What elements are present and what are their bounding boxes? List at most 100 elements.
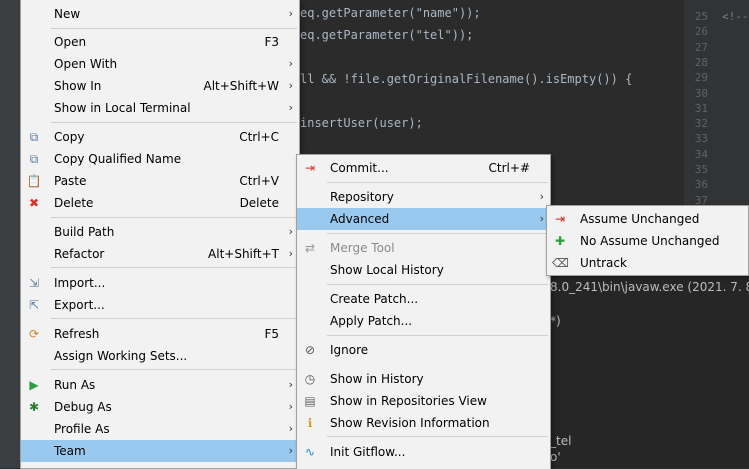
- shortcut-label: F5: [264, 327, 279, 341]
- context-menu-item-refactor[interactable]: Refactor Alt+Shift+T ›: [21, 243, 299, 265]
- commit-icon: ⇥: [304, 161, 316, 175]
- export-icon: ⇱: [28, 298, 40, 312]
- context-menu-item-paste[interactable]: 📋 Paste Ctrl+V: [21, 170, 299, 192]
- merge-tool-icon: ⇄: [304, 241, 316, 255]
- debug-icon: ✱: [28, 400, 40, 414]
- team-menu-item-show-local-history[interactable]: Show Local History: [297, 259, 550, 281]
- shortcut-label: F3: [264, 35, 279, 49]
- paste-icon: 📋: [26, 174, 42, 188]
- menu-item-label: Advanced: [330, 212, 390, 226]
- menu-item-label: Show Revision Information: [330, 416, 490, 430]
- menu-item-label: Show Local History: [330, 263, 444, 277]
- advanced-menu-item-no-assume-unchanged[interactable]: ✚ No Assume Unchanged: [547, 230, 748, 252]
- team-menu-item-show-revision-information[interactable]: ℹ Show Revision Information: [297, 412, 550, 434]
- menu-item-label: No Assume Unchanged: [580, 234, 720, 248]
- shortcut-label: Alt+Shift+W: [203, 79, 280, 93]
- git-repo-icon: ▤: [304, 394, 316, 408]
- menu-item-label: Refresh: [54, 327, 100, 341]
- context-menu-item-refresh[interactable]: ⟳ Refresh F5: [21, 323, 299, 345]
- chevron-right-icon: ›: [288, 247, 293, 260]
- team-menu-item-create-patch[interactable]: Create Patch...: [297, 288, 550, 310]
- team-menu-item-init-gitflow[interactable]: ∿ Init Gitflow...: [297, 441, 550, 463]
- chevron-right-icon: ›: [288, 225, 293, 238]
- menu-item-label: Profile As: [54, 422, 110, 436]
- team-menu-item-ignore[interactable]: ⊘ Ignore: [297, 339, 550, 361]
- menu-item-label: Open: [54, 35, 87, 49]
- run-icon: ▶: [29, 378, 39, 392]
- menu-item-label: Ignore: [330, 343, 369, 357]
- menu-item-label: Show In: [54, 79, 102, 93]
- context-menu-item-copy[interactable]: ⧉ Copy Ctrl+C: [21, 126, 299, 148]
- context-menu-item-debug-as[interactable]: ✱ Debug As ›: [21, 396, 299, 418]
- console-line: o': [550, 450, 561, 464]
- assume-unchanged-icon: ⇥: [554, 212, 566, 226]
- menu-separator: [51, 28, 297, 29]
- context-menu-item-show-in-local-terminal[interactable]: Show in Local Terminal ›: [21, 97, 299, 119]
- menu-separator: [51, 217, 297, 218]
- context-menu-item-new[interactable]: New ›: [21, 3, 299, 25]
- team-menu-item-commit[interactable]: ⇥ Commit... Ctrl+#: [297, 157, 550, 179]
- context-menu-item-import[interactable]: ⇲ Import...: [21, 272, 299, 294]
- context-menu-item-team[interactable]: Team ›: [21, 440, 299, 462]
- menu-item-label: Build Path: [54, 225, 115, 239]
- context-menu-item-run-as[interactable]: ▶ Run As ›: [21, 374, 299, 396]
- menu-item-label: Debug As: [54, 400, 112, 414]
- context-menu-item-show-in[interactable]: Show In Alt+Shift+W ›: [21, 75, 299, 97]
- context-menu-item-copy-qualified-name[interactable]: ⧉ Copy Qualified Name: [21, 148, 299, 170]
- context-menu-item-export[interactable]: ⇱ Export...: [21, 294, 299, 316]
- menu-item-label: Show in History: [330, 372, 424, 386]
- menu-item-label: Delete: [54, 196, 94, 210]
- menu-separator: [327, 182, 548, 183]
- chevron-right-icon: ›: [288, 57, 293, 70]
- menu-item-label: Export...: [54, 298, 105, 312]
- code-line: eq.getParameter("name"));: [300, 6, 481, 20]
- menu-item-label: Create Patch...: [330, 292, 419, 306]
- shortcut-label: Ctrl+V: [239, 174, 279, 188]
- menu-item-label: Assign Working Sets...: [54, 349, 188, 363]
- advanced-menu-item-assume-unchanged[interactable]: ⇥ Assume Unchanged: [547, 208, 748, 230]
- shortcut-label: Alt+Shift+T: [208, 247, 279, 261]
- chevron-right-icon: ›: [288, 101, 293, 114]
- team-menu-item-show-in-repositories-view[interactable]: ▤ Show in Repositories View: [297, 390, 550, 412]
- team-menu-item-show-in-history[interactable]: ◷ Show in History: [297, 368, 550, 390]
- side-comment: <!--: [722, 10, 749, 23]
- menu-item-label: Run As: [54, 378, 96, 392]
- menu-item-label: Assume Unchanged: [580, 212, 700, 226]
- refresh-icon: ⟳: [28, 327, 40, 341]
- line-number: 30: [694, 86, 708, 100]
- team-menu-item-advanced[interactable]: Advanced ›: [297, 208, 550, 230]
- team-menu-item-repository[interactable]: Repository ›: [297, 186, 550, 208]
- context-menu-item-open-with[interactable]: Open With ›: [21, 53, 299, 75]
- copy-qualified-icon: ⧉: [29, 152, 39, 166]
- advanced-menu-item-untrack[interactable]: ⌫ Untrack: [547, 252, 748, 274]
- chevron-right-icon: ›: [288, 400, 293, 413]
- line-number: 32: [694, 117, 708, 131]
- menu-item-label: Team: [54, 444, 86, 458]
- delete-icon: ✖: [28, 196, 40, 210]
- context-menu-item-profile-as[interactable]: Profile As ›: [21, 418, 299, 440]
- chevron-right-icon: ›: [288, 444, 293, 457]
- menu-separator: [51, 267, 297, 268]
- menu-separator: [327, 335, 548, 336]
- console-line: *): [550, 314, 561, 328]
- menu-item-label: Untrack: [580, 256, 627, 270]
- context-menu-item-delete[interactable]: ✖ Delete Delete: [21, 192, 299, 214]
- menu-item-label: Paste: [54, 174, 87, 188]
- menu-item-label: Show in Local Terminal: [54, 101, 191, 115]
- context-menu-item-build-path[interactable]: Build Path ›: [21, 221, 299, 243]
- menu-item-label: Copy Qualified Name: [54, 152, 182, 166]
- menu-item-label: Refactor: [54, 247, 105, 261]
- context-menu-item-open[interactable]: Open F3: [21, 31, 299, 53]
- code-line: insertUser(user);: [300, 116, 423, 130]
- context-menu-item-assign-working-sets[interactable]: Assign Working Sets...: [21, 345, 299, 367]
- left-panel-strip: [0, 0, 20, 468]
- chevron-right-icon: ›: [288, 7, 293, 20]
- line-number: 28: [694, 55, 708, 69]
- menu-item-label: Merge Tool: [330, 241, 395, 255]
- menu-separator: [51, 122, 297, 123]
- menu-separator: [51, 318, 297, 319]
- team-menu-item-apply-patch[interactable]: Apply Patch...: [297, 310, 550, 332]
- menu-item-label: Show in Repositories View: [330, 394, 487, 408]
- line-number: 31: [694, 101, 708, 115]
- line-number: 25: [694, 10, 708, 23]
